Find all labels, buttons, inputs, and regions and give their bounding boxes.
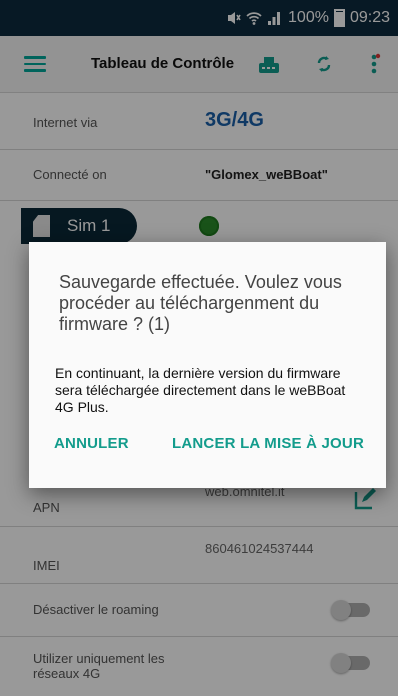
dialog-title: Sauvegarde effectuée. Voulez vous procéd… [59, 272, 342, 334]
start-update-button[interactable]: LANCER LA MISE À JOUR [172, 435, 364, 452]
dialog-message: En continuant, la dernière version du fi… [55, 365, 346, 415]
firmware-dialog: Sauvegarde effectuée. Voulez vous procéd… [29, 242, 386, 488]
cancel-button[interactable]: ANNULER [54, 435, 129, 452]
app-screen: 100% 09:23 Tableau de Contrôle Internet … [0, 0, 398, 696]
